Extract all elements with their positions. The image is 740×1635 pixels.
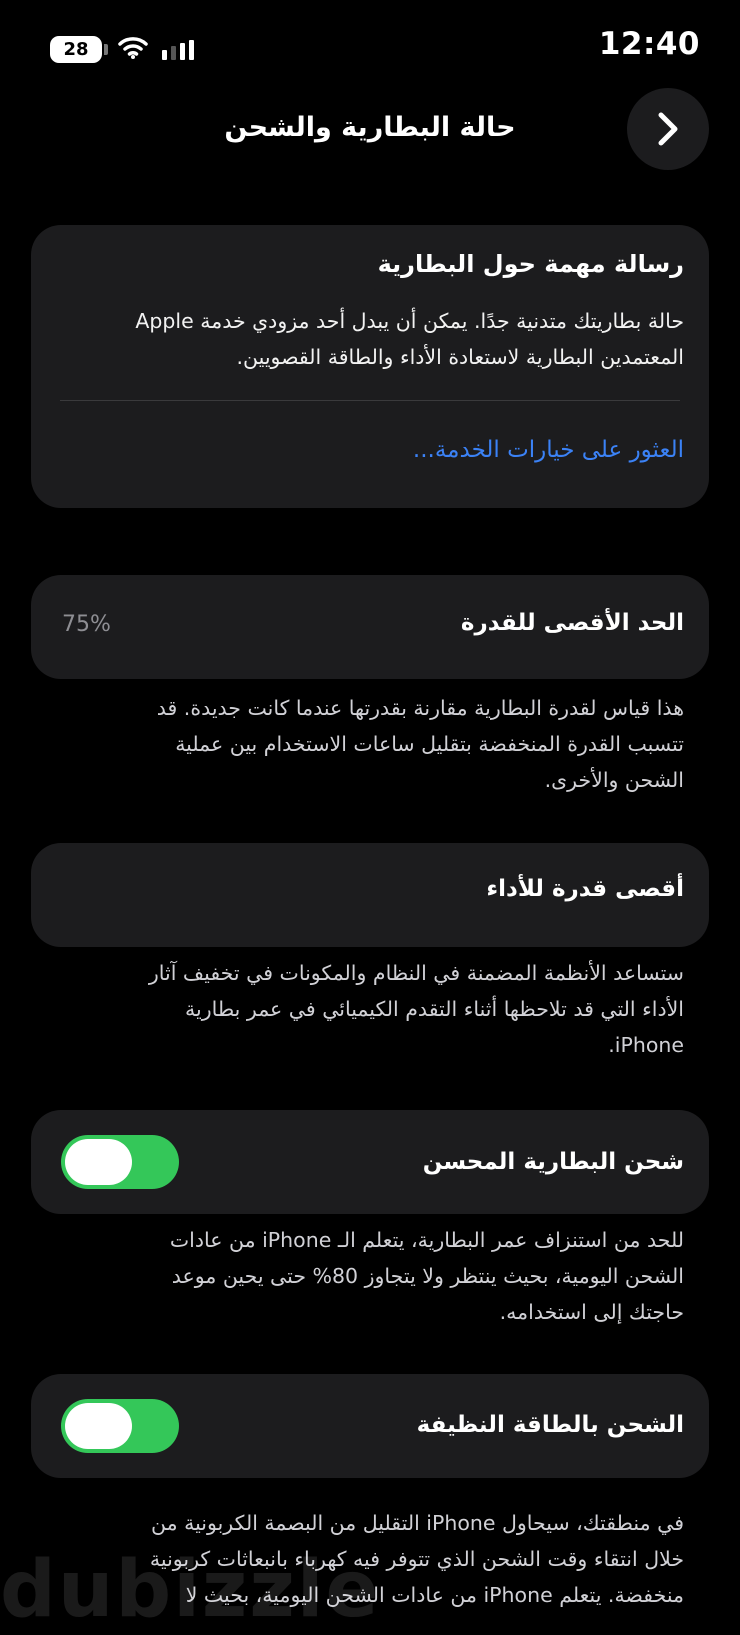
battery-icon: 28 <box>50 36 102 63</box>
peak-performance-label: أقصى قدرة للأداء <box>486 876 684 902</box>
maximum-capacity-label: الحد الأقصى للقدرة <box>460 610 684 636</box>
chevron-right-icon <box>658 112 678 146</box>
note-line: تتسبب القدرة المنخفضة بتقليل ساعات الاست… <box>175 732 684 756</box>
clean-energy-charging-label: الشحن بالطاقة النظيفة <box>416 1412 684 1438</box>
important-message-title: رسالة مهمة حول البطارية <box>377 250 684 278</box>
maximum-capacity-value: 75% <box>62 612 111 637</box>
clean-energy-charging-toggle[interactable] <box>61 1399 179 1453</box>
optimized-charging-toggle[interactable] <box>61 1135 179 1189</box>
note-line: هذا قياس لقدرة البطارية مقارنة بقدرتها ع… <box>156 696 684 720</box>
battery-nub <box>104 44 108 55</box>
optimized-charging-note: للحد من استنزاف عمر البطارية، يتعلم الـ … <box>56 1222 684 1330</box>
page-title: حالة البطارية والشحن <box>224 112 516 143</box>
note-line: حاجتك إلى استخدامه. <box>499 1300 684 1324</box>
note-line: للحد من استنزاف عمر البطارية، يتعلم الـ … <box>169 1228 684 1252</box>
status-time: 12:40 <box>598 26 700 62</box>
note-line: iPhone. <box>608 1033 684 1057</box>
note-line: ستساعد الأنظمة المضمنة في النظام والمكون… <box>148 961 684 985</box>
note-line: الشحن والأخرى. <box>544 768 684 792</box>
maximum-capacity-note: هذا قياس لقدرة البطارية مقارنة بقدرتها ع… <box>56 690 684 798</box>
important-message-body: حالة بطاريتك متدنية جدًا. يمكن أن يبدل أ… <box>64 303 684 375</box>
optimized-charging-label: شحن البطارية المحسن <box>422 1149 684 1175</box>
back-button[interactable] <box>627 88 709 170</box>
battery-level: 28 <box>63 39 89 60</box>
peak-performance-note: ستساعد الأنظمة المضمنة في النظام والمكون… <box>56 955 684 1063</box>
divider <box>60 400 680 401</box>
note-line: الشحن اليومية، بحيث ينتظر ولا يتجاوز 80%… <box>171 1264 684 1288</box>
watermark: dubizzle <box>0 1545 381 1635</box>
toggle-knob <box>65 1139 132 1185</box>
note-line: الأداء التي قد تلاحظها أثناء التقدم الكي… <box>185 997 684 1021</box>
important-message-line: حالة بطاريتك متدنية جدًا. يمكن أن يبدل أ… <box>135 309 684 333</box>
wifi-icon <box>118 37 148 59</box>
toggle-knob <box>65 1403 132 1449</box>
important-message-line: المعتمدين البطارية لاستعادة الأداء والطا… <box>236 345 684 369</box>
cellular-signal-icon <box>162 40 194 60</box>
note-line: في منطقتك، سيحاول iPhone التقليل من البص… <box>151 1511 684 1535</box>
find-service-options-link[interactable]: العثور على خيارات الخدمة... <box>64 437 684 463</box>
